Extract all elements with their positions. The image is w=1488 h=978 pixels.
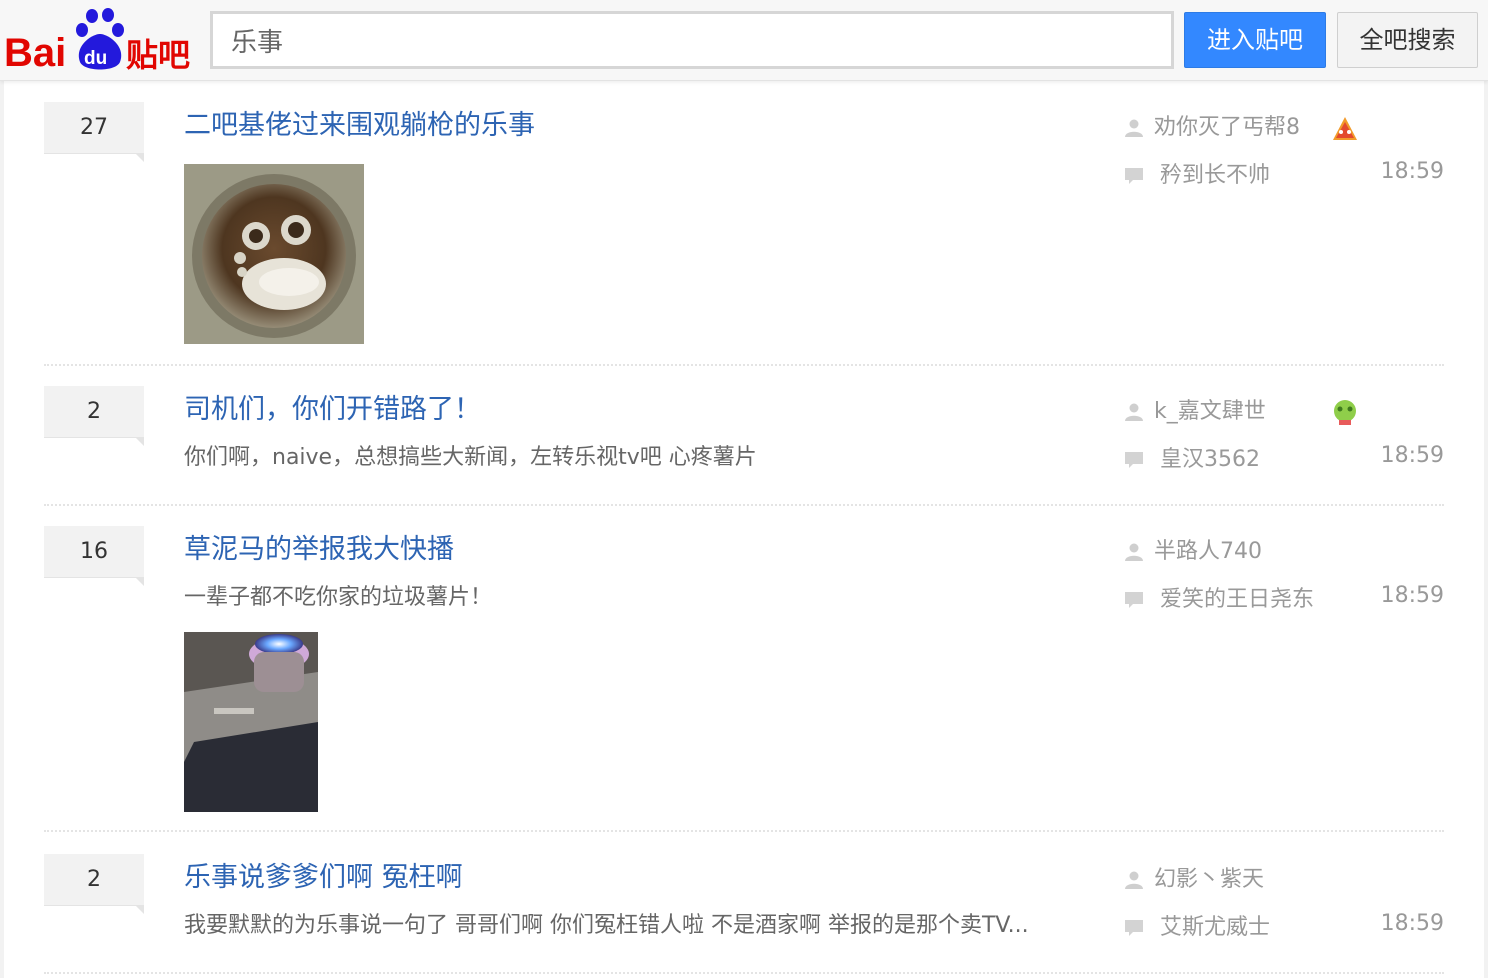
comment-icon: [1125, 168, 1143, 184]
thread-author: 幻影丶紫天: [1124, 862, 1444, 898]
reply-count-badge: 2: [44, 854, 144, 914]
last-reply-info: 艾斯尤威士 18:59: [1124, 910, 1444, 946]
author-name-link[interactable]: 劝你灭了丐帮8: [1154, 110, 1300, 146]
user-icon: [1125, 543, 1143, 561]
thread-item: 2 司机们，你们开错路了！ 你们啊，naive，总想搞些大新闻，左转乐视tv吧 …: [44, 386, 1444, 506]
thread-author: 劝你灭了丐帮8: [1124, 110, 1444, 146]
red-level-badge-icon: [1333, 117, 1357, 140]
last-reply-info: 爱笑的王日尧东 18:59: [1124, 582, 1444, 618]
enter-tieba-button[interactable]: 进入贴吧: [1184, 12, 1326, 68]
last-reply-time: 18:59: [1380, 583, 1444, 608]
search-input[interactable]: [210, 11, 1174, 69]
thread-title-link[interactable]: 草泥马的举报我大快播: [184, 530, 454, 570]
last-reply-user-link[interactable]: 矜到长不帅: [1160, 158, 1270, 194]
last-reply-user-link[interactable]: 爱笑的王日尧东: [1160, 582, 1314, 618]
top-search-bar: Bai du 贴吧 进入贴吧 全吧搜索: [0, 0, 1488, 81]
thread-thumbnail[interactable]: [184, 632, 318, 812]
baidu-tieba-logo[interactable]: Bai du 贴吧: [4, 6, 194, 75]
last-reply-time: 18:59: [1380, 911, 1444, 936]
user-icon: [1125, 403, 1143, 421]
reply-count-badge: 16: [44, 526, 144, 586]
last-reply-info: 矜到长不帅 18:59: [1124, 158, 1444, 194]
thread-title-link[interactable]: 乐事说爹爹们啊 冤枉啊: [184, 858, 463, 898]
user-icon: [1125, 871, 1143, 889]
author-name-link[interactable]: k_嘉文肆世: [1154, 394, 1266, 430]
thread-thumbnail[interactable]: [184, 164, 364, 344]
reply-count-badge: 2: [44, 386, 144, 446]
thread-title-link[interactable]: 司机们，你们开错路了！: [184, 390, 481, 430]
thread-abstract: 你们啊，naive，总想搞些大新闻，左转乐视tv吧 心疼薯片: [184, 445, 757, 470]
green-level-badge-icon: [1334, 400, 1356, 425]
last-reply-info: 皇汉3562 18:59: [1124, 442, 1444, 478]
comment-icon: [1125, 452, 1143, 468]
search-all-tieba-button[interactable]: 全吧搜索: [1337, 12, 1478, 68]
thread-abstract: 一辈子都不吃你家的垃圾薯片！: [184, 585, 493, 610]
user-icon: [1125, 119, 1143, 137]
author-name-link[interactable]: 幻影丶紫天: [1154, 862, 1264, 898]
comment-icon: [1125, 920, 1143, 936]
comment-icon: [1125, 592, 1143, 608]
author-name-link[interactable]: 半路人740: [1154, 534, 1262, 570]
thread-item: 27 二吧基佬过来围观躺枪的乐事 劝你灭了丐帮8 矜到长不帅 18:59: [44, 102, 1444, 366]
last-reply-time: 18:59: [1380, 159, 1444, 184]
svg-text:Bai: Bai: [4, 31, 66, 72]
thread-item: 2 乐事说爹爹们啊 冤枉啊 我要默默的为乐事说一句了 哥哥们啊 你们冤枉错人啦 …: [44, 854, 1444, 974]
svg-text:贴吧: 贴吧: [126, 36, 190, 72]
reply-count-badge: 27: [44, 102, 144, 162]
svg-text:du: du: [84, 48, 107, 69]
thread-abstract: 我要默默的为乐事说一句了 哥哥们啊 你们冤枉错人啦 不是酒家啊 举报的是那个卖T…: [184, 913, 1029, 938]
last-reply-user-link[interactable]: 皇汉3562: [1160, 442, 1260, 478]
last-reply-time: 18:59: [1380, 443, 1444, 468]
thread-item: 16 草泥马的举报我大快播 一辈子都不吃你家的垃圾薯片！ 半路人740 爱笑的王…: [44, 526, 1444, 832]
thread-list: 27 二吧基佬过来围观躺枪的乐事 劝你灭了丐帮8 矜到长不帅 18:59 2 司…: [4, 80, 1484, 978]
last-reply-user-link[interactable]: 艾斯尤威士: [1160, 910, 1270, 946]
thread-author: k_嘉文肆世: [1124, 394, 1444, 430]
thread-author: 半路人740: [1124, 534, 1444, 570]
thread-title-link[interactable]: 二吧基佬过来围观躺枪的乐事: [184, 106, 535, 146]
